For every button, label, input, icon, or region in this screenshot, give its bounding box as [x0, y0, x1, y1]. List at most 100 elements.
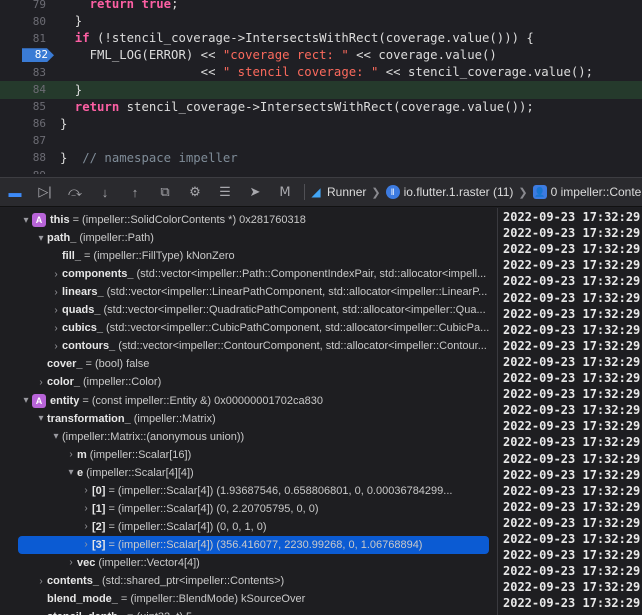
location-icon[interactable]: ➤	[240, 177, 270, 207]
variable-row[interactable]: ▾ path_ (impeller::Path)	[0, 229, 497, 247]
variable-row[interactable]: › quads_ (std::vector<impeller::QuadraticP…	[0, 301, 497, 319]
variable-row[interactable]: fill_ = (impeller::FillType) kNonZero	[0, 247, 497, 265]
console-line: 2022-09-23 17:32:29	[503, 467, 641, 482]
variable-row[interactable]: › [1] = (impeller::Scalar[4]) (0, 2.207057…	[0, 500, 497, 518]
disclosure-collapsed-icon[interactable]: ›	[65, 449, 77, 460]
variable-value: (std::shared_ptr<impeller::Contents>)	[101, 575, 285, 587]
disclosure-collapsed-icon[interactable]: ›	[50, 287, 62, 298]
variable-row[interactable]: › cubics_ (std::vector<impeller::CubicPath…	[0, 319, 497, 337]
disclosure-expanded-icon[interactable]: ▾	[35, 233, 47, 244]
console-line: 2022-09-23 17:32:29	[503, 564, 641, 579]
disclosure-expanded-icon[interactable]: ▾	[20, 215, 32, 226]
variable-value: (std::vector<impeller::LinearPathCompone…	[106, 286, 488, 299]
variable-row[interactable]: › [0] = (impeller::Scalar[4]) (1.93687546,…	[0, 482, 497, 500]
disclosure-collapsed-icon[interactable]: ›	[50, 323, 62, 334]
variable-value: (std::vector<impeller::ContourComponent,…	[118, 340, 487, 353]
line-number[interactable]: 86	[0, 117, 54, 130]
line-number[interactable]: 88	[0, 151, 54, 164]
line-number[interactable]: 81	[0, 32, 54, 45]
code-line[interactable]: 88} // namespace impeller	[0, 149, 642, 167]
variable-value: (impeller::Scalar[4][4])	[86, 466, 194, 479]
variable-row[interactable]: blend_mode_ = (impeller::BlendMode) kSour…	[0, 590, 497, 608]
code-token: }	[60, 150, 83, 165]
variable-row[interactable]: › vec (impeller::Vector4[4])	[0, 554, 497, 572]
code-line[interactable]: 84 }	[0, 80, 642, 99]
stack-frame-icon: 👤	[532, 185, 547, 199]
variable-value: = (uint32_t) 5	[127, 611, 192, 615]
disclosure-collapsed-icon[interactable]: ›	[80, 521, 92, 532]
disclosure-expanded-icon[interactable]: ▾	[65, 467, 77, 478]
console-line: 2022-09-23 17:32:29	[503, 451, 641, 466]
variable-value: = (impeller::Scalar[4]) (1.93687546, 0.6…	[108, 484, 453, 497]
line-number[interactable]: 83	[0, 66, 54, 79]
line-number[interactable]: 87	[0, 134, 54, 147]
disclosure-collapsed-icon[interactable]: ›	[35, 377, 47, 388]
variable-row[interactable]: › [2] = (impeller::Scalar[4]) (0, 0, 1, 0)	[0, 518, 497, 536]
code-line[interactable]: 80 }	[0, 12, 642, 30]
step-out-icon[interactable]: ↑	[120, 177, 150, 207]
line-number[interactable]: 85	[0, 100, 54, 113]
variable-row[interactable]: › contents_ (std::shared_ptr<impeller::Con…	[0, 572, 497, 590]
code-line[interactable]: 79 return true;	[0, 0, 642, 13]
code-line[interactable]: 81 if (!stencil_coverage->IntersectsWith…	[0, 29, 642, 47]
variable-row[interactable]: ▾ Athis = (impeller::SolidColorContents *)…	[0, 211, 497, 229]
breadcrumb-thread[interactable]: io.flutter.1.raster (11)	[404, 185, 514, 199]
variable-name: cover_	[47, 358, 83, 371]
variable-name: transformation_	[47, 412, 131, 425]
disclosure-collapsed-icon[interactable]: ›	[50, 269, 62, 280]
console-line: 2022-09-23 17:32:29	[503, 322, 641, 337]
variable-row[interactable]: ▾ (impeller::Matrix::(anonymous union))	[0, 428, 497, 446]
view-hierarchy-icon[interactable]: ⧉	[150, 177, 180, 207]
line-number[interactable]: 80	[0, 15, 54, 28]
variable-row[interactable]: stencil_depth_= (uint32_t) 5	[0, 608, 497, 615]
code-line[interactable]: 82 FML_LOG(ERROR) << "coverage rect: " <…	[0, 46, 642, 64]
chevron-right-icon: ❯	[518, 186, 528, 199]
code-token: " stencil coverage: "	[222, 65, 379, 80]
metal-icon[interactable]: Ⅿ	[270, 177, 300, 207]
code-line[interactable]: 83 << " stencil coverage: " << stencil_c…	[0, 63, 642, 81]
disclosure-expanded-icon[interactable]: ▾	[35, 413, 47, 424]
breadcrumb-app[interactable]: Runner	[327, 185, 366, 199]
line-number[interactable]: 84	[0, 83, 54, 96]
console-output[interactable]: 2022-09-23 17:32:29 2022-09-23 17:32:29 20…	[497, 208, 642, 615]
step-into-icon[interactable]: ↓	[90, 177, 120, 207]
variable-row[interactable]: › [3] = (impeller::Scalar[4]) (356.416077,…	[18, 535, 489, 554]
variable-row[interactable]: › linears_ (std::vector<impeller::LinearPa…	[0, 283, 497, 301]
disclosure-collapsed-icon[interactable]: ›	[80, 539, 92, 550]
disclosure-expanded-icon[interactable]: ▾	[20, 395, 32, 406]
variable-row[interactable]: ▾ transformation_ (impeller::Matrix)	[0, 410, 497, 428]
variable-row[interactable]: › m (impeller::Scalar[16])	[0, 446, 497, 464]
disclosure-collapsed-icon[interactable]: ›	[35, 576, 47, 587]
code-line[interactable]: 87	[0, 132, 642, 150]
step-over-icon[interactable]: ⤼	[60, 177, 90, 207]
disclosure-collapsed-icon[interactable]: ›	[50, 305, 62, 316]
disclosure-collapsed-icon[interactable]: ›	[65, 557, 77, 568]
code-text: return true;	[54, 0, 179, 11]
line-number[interactable]: 79	[0, 0, 54, 11]
variable-row[interactable]: ▾ Aentity = (const impeller::Entity &) 0x0…	[0, 392, 497, 410]
code-line[interactable]: 86}	[0, 115, 642, 133]
variable-row[interactable]: › color_ (impeller::Color)	[0, 373, 497, 391]
code-token: << coverage.value()	[348, 48, 497, 63]
line-number[interactable]: 89	[0, 169, 54, 175]
variable-row[interactable]: ▾ e (impeller::Scalar[4][4])	[0, 464, 497, 482]
code-token: FML_LOG(ERROR) <<	[60, 48, 223, 63]
variable-row[interactable]: › contours_ (std::vector<impeller::Contour…	[0, 337, 497, 355]
disclosure-expanded-icon[interactable]: ▾	[50, 431, 62, 442]
variables-view[interactable]: ▾ Athis = (impeller::SolidColorContents *)…	[0, 208, 497, 615]
code-line[interactable]: 89	[0, 166, 642, 175]
memory-graph-icon[interactable]: ⚙	[180, 177, 210, 207]
continue-icon[interactable]: ▷|	[30, 177, 60, 207]
environment-icon[interactable]: ☰	[210, 177, 240, 207]
disclosure-collapsed-icon[interactable]: ›	[50, 341, 62, 352]
variable-value: (std::vector<impeller::Path::ComponentIn…	[136, 268, 487, 281]
disclosure-collapsed-icon[interactable]: ›	[80, 485, 92, 496]
breadcrumb-frame[interactable]: 0 impeller::Conte	[551, 185, 642, 199]
variable-row[interactable]: cover_ = (bool) false	[0, 355, 497, 373]
breakpoint-toggle-icon[interactable]: ▬	[0, 177, 30, 207]
code-editor[interactable]: 79 return true; 80 } 81 if (!stencil_cover…	[0, 0, 642, 174]
disclosure-collapsed-icon[interactable]: ›	[80, 503, 92, 514]
console-line: 2022-09-23 17:32:29	[503, 580, 641, 595]
code-line[interactable]: 85 return stencil_coverage->IntersectsWi…	[0, 98, 642, 116]
variable-row[interactable]: › components_ (std::vector<impeller::Path:…	[0, 265, 497, 283]
